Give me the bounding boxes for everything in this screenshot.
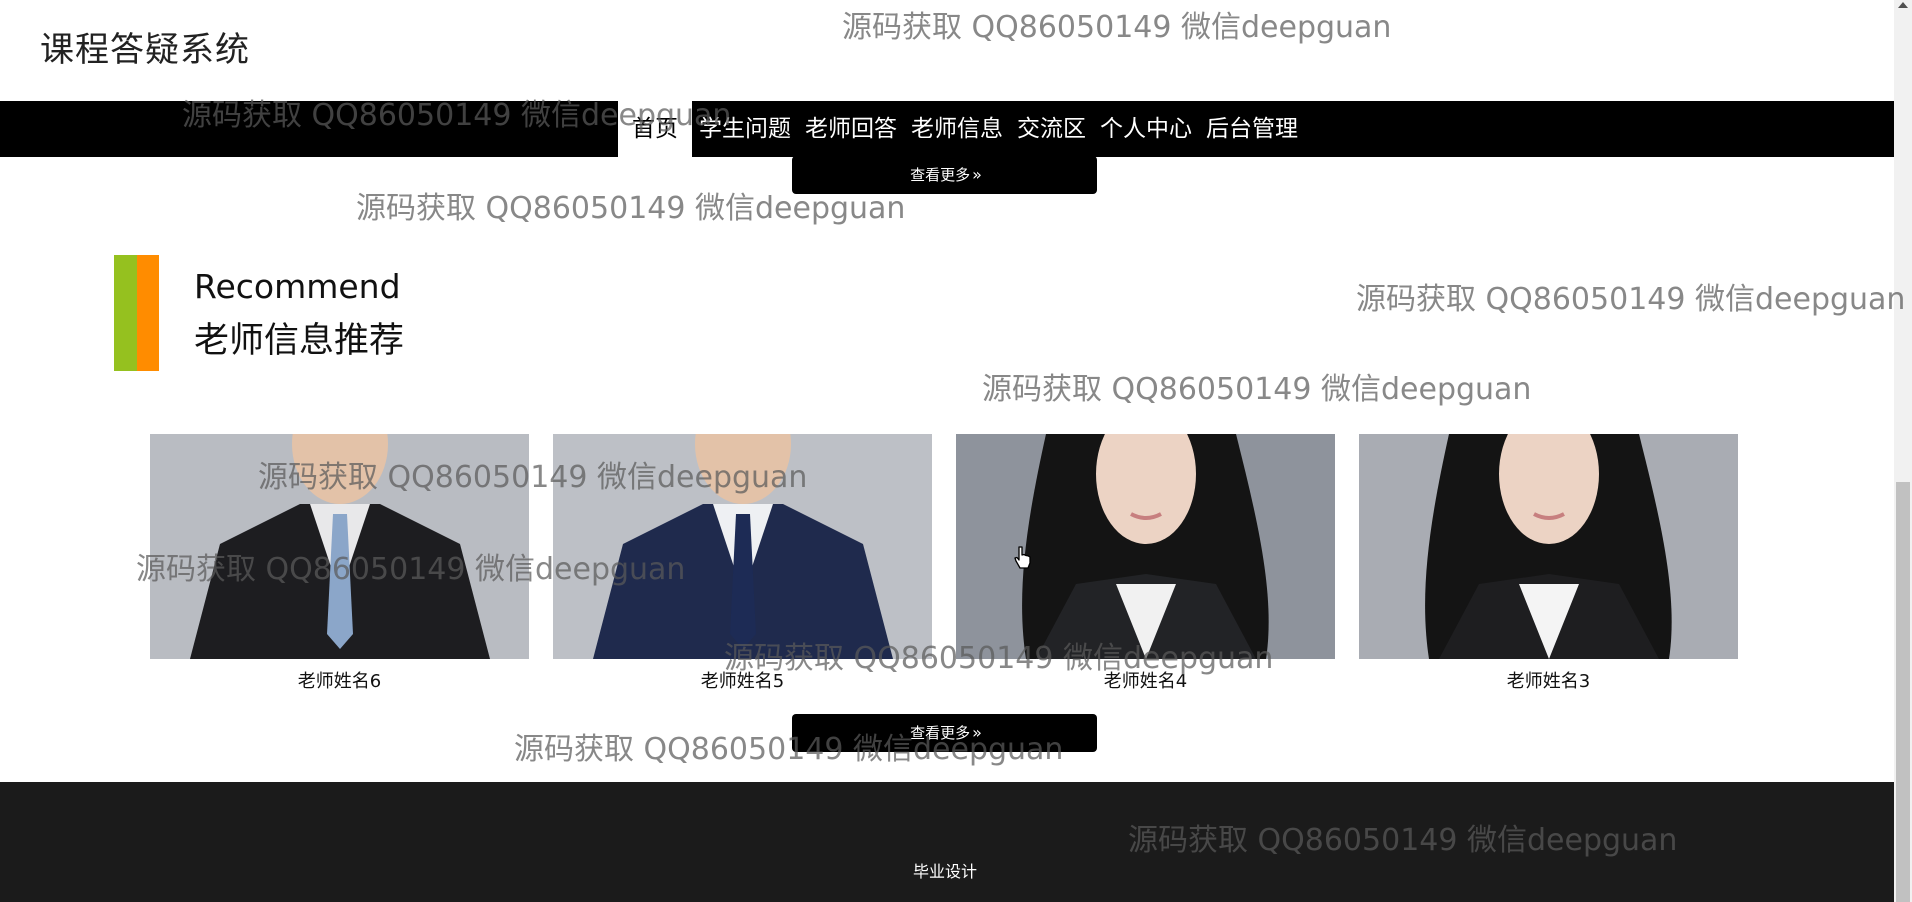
- nav-item-forum[interactable]: 交流区: [1010, 101, 1093, 157]
- footer: 毕业设计: [0, 782, 1894, 902]
- watermark-text: 源码获取 QQ86050149 微信deepguan: [1356, 282, 1906, 317]
- teacher-photo[interactable]: [1359, 434, 1738, 659]
- teacher-card[interactable]: 老师姓名6: [150, 434, 529, 693]
- nav-item-student-questions[interactable]: 学生问题: [692, 101, 798, 157]
- nav-item-home[interactable]: 首页: [618, 101, 692, 157]
- teacher-photo[interactable]: [553, 434, 932, 659]
- teacher-card[interactable]: 老师姓名5: [553, 434, 932, 693]
- watermark-text: 源码获取 QQ86050149 微信deepguan: [982, 372, 1532, 407]
- section-accent-orange: [137, 255, 159, 371]
- section-accent-green: [114, 255, 137, 371]
- watermark-text: 源码获取 QQ86050149 微信deepguan: [842, 10, 1392, 45]
- teacher-portrait-image: [150, 434, 529, 659]
- teacher-portrait-image: [553, 434, 932, 659]
- main-navbar: 首页 学生问题 老师回答 老师信息 交流区 个人中心 后台管理: [0, 101, 1894, 157]
- vertical-scrollbar[interactable]: [1894, 0, 1912, 902]
- teacher-photo[interactable]: [150, 434, 529, 659]
- nav-item-teacher-answers[interactable]: 老师回答: [798, 101, 904, 157]
- nav-item-admin[interactable]: 后台管理: [1199, 101, 1305, 157]
- teacher-name[interactable]: 老师姓名6: [150, 667, 529, 693]
- scrollbar-thumb[interactable]: [1896, 482, 1910, 902]
- teacher-portrait-image: [1359, 434, 1738, 659]
- teacher-card[interactable]: 老师姓名3: [1359, 434, 1738, 693]
- section-title-en: Recommend: [194, 267, 401, 306]
- teacher-name[interactable]: 老师姓名4: [956, 667, 1335, 693]
- nav-item-personal-center[interactable]: 个人中心: [1093, 101, 1199, 157]
- teacher-cards: 老师姓名6 老师姓名5 老师姓名4 老师姓名3: [150, 434, 1738, 693]
- hand-cursor-icon: [1013, 546, 1033, 574]
- scroll-up-arrow-icon[interactable]: [1898, 2, 1908, 8]
- section-title-zh: 老师信息推荐: [194, 321, 405, 361]
- teacher-name[interactable]: 老师姓名3: [1359, 667, 1738, 693]
- teacher-name[interactable]: 老师姓名5: [553, 667, 932, 693]
- nav-item-teacher-info[interactable]: 老师信息: [904, 101, 1010, 157]
- see-more-label: 查看更多: [910, 724, 971, 742]
- double-chevron-right-icon: ››: [972, 723, 982, 742]
- see-more-label: 查看更多: [910, 166, 971, 184]
- footer-text: 毕业设计: [912, 862, 977, 881]
- see-more-button-bottom[interactable]: 查看更多 ››: [792, 714, 1097, 752]
- site-title: 课程答疑系统: [40, 30, 250, 70]
- see-more-button-top[interactable]: 查看更多 ››: [792, 156, 1097, 194]
- double-chevron-right-icon: ››: [972, 165, 982, 184]
